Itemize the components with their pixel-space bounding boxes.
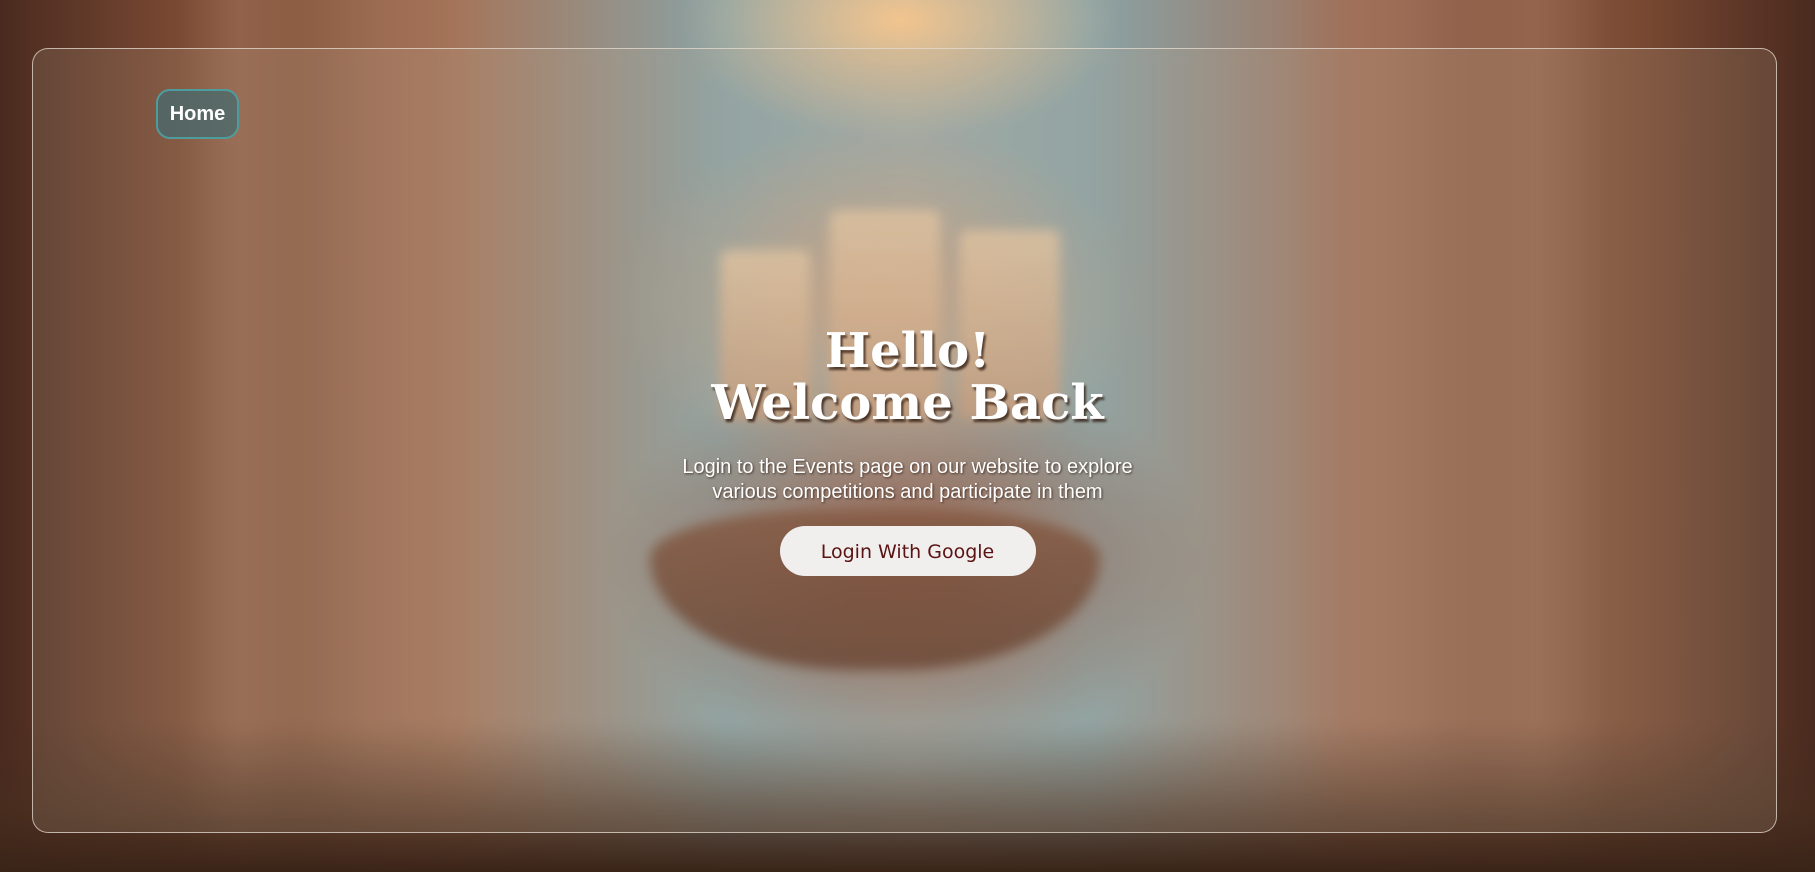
page-title: Hello! Welcome Back bbox=[0, 325, 1815, 429]
title-line-welcome: Welcome Back bbox=[711, 375, 1104, 431]
description-line-1: Login to the Events page on our website … bbox=[682, 456, 1133, 478]
home-button[interactable]: Home bbox=[156, 89, 239, 139]
title-line-hello: Hello! bbox=[824, 323, 991, 379]
hero-section: Hello! Welcome Back Login to the Events … bbox=[0, 325, 1815, 576]
login-with-google-button[interactable]: Login With Google bbox=[779, 526, 1036, 576]
description-line-2: various competitions and participate in … bbox=[712, 481, 1103, 503]
hero-description: Login to the Events page on our website … bbox=[0, 455, 1815, 505]
